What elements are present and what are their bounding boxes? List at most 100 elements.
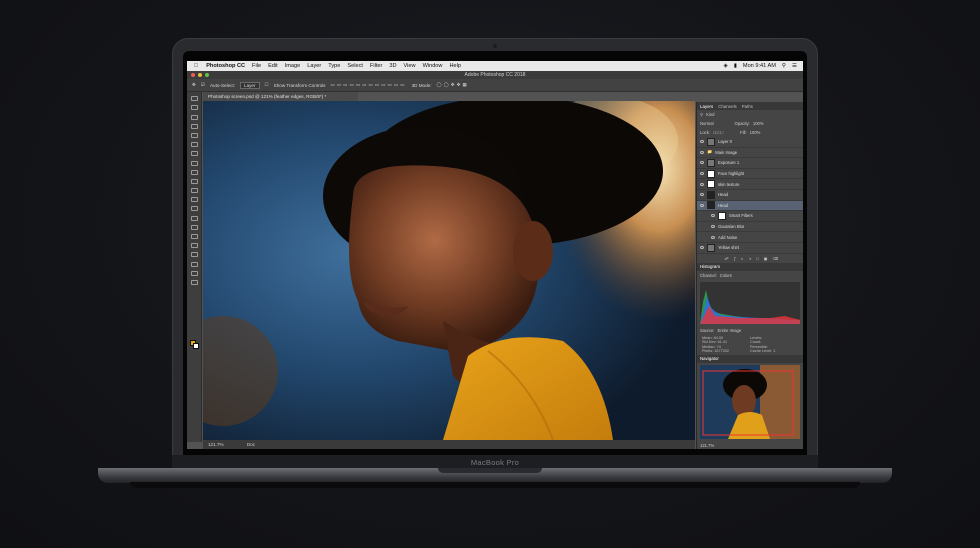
auto-select-dropdown[interactable]: Layer [240,81,260,89]
zoom-button[interactable] [205,73,209,77]
source-dropdown[interactable]: Entire Image [717,328,741,333]
minimize-button[interactable] [198,73,202,77]
layer-row[interactable]: Yellow shirt [697,243,803,254]
gradient-tool-icon[interactable] [190,197,198,203]
lasso-tool-icon[interactable] [190,114,198,120]
menu-app-name[interactable]: Photoshop CC [206,63,245,69]
type-tool-icon[interactable] [190,234,198,239]
search-icon[interactable]: ⚲ [782,63,786,69]
eraser-tool-icon[interactable] [190,188,198,194]
close-button[interactable] [191,73,195,77]
tab-channels[interactable]: Channels [718,104,737,109]
pen-tool-icon[interactable] [190,224,198,230]
quick-select-tool-icon[interactable] [190,123,198,129]
lock-icons[interactable]: □□□□ [713,130,723,135]
trash-icon[interactable]: ⌫ [773,256,779,261]
path-select-tool-icon[interactable] [190,243,198,249]
eye-icon[interactable] [700,193,704,197]
blur-tool-icon[interactable] [190,206,198,212]
transform-checkbox[interactable]: ☐ [265,82,269,88]
layer-mask-thumbnail [707,180,715,189]
fill-input[interactable]: 100% [750,130,761,135]
new-layer-icon[interactable]: ▣ [764,256,768,261]
tab-layers[interactable]: Layers [700,104,713,109]
group-icon[interactable]: □ [756,256,759,261]
eyedropper-tool-icon[interactable] [190,142,198,148]
hand-tool-icon[interactable] [190,261,198,267]
opacity-input[interactable]: 100% [753,121,764,126]
menu-edit[interactable]: Edit [268,63,278,69]
menu-image[interactable]: Image [285,63,301,69]
doc-info[interactable]: Doc [247,442,255,447]
eye-icon[interactable] [711,235,715,239]
healing-tool-icon[interactable] [190,151,198,157]
menu-select[interactable]: Select [347,63,363,69]
layer-row[interactable]: Exposure 1 [697,158,803,169]
layer-row[interactable]: Add Noise [697,232,803,243]
fx-icon[interactable]: ƒ [734,256,736,261]
move-tool-icon[interactable]: ✥ [192,82,196,88]
apple-icon[interactable]:  [194,63,198,69]
auto-select-checkbox[interactable]: ☑ [201,82,205,88]
menu-window[interactable]: Window [423,63,443,69]
layer-thumbnail [707,243,715,252]
menu-layer[interactable]: Layer [307,63,321,69]
eye-icon[interactable] [711,214,715,218]
layer-name: Main Image [715,149,738,155]
menu-help[interactable]: Help [449,63,461,69]
eye-icon[interactable] [711,225,715,229]
menu-file[interactable]: File [252,63,261,69]
blend-mode-dropdown[interactable]: Normal [700,121,714,126]
layer-row[interactable]: Layer 0 [697,137,803,148]
shape-tool-icon[interactable] [190,252,198,258]
navigator-zoom[interactable]: 121.7% [700,443,714,448]
kind-filter-dropdown[interactable]: Kind [706,112,714,117]
document-canvas[interactable] [203,101,695,440]
eye-icon[interactable] [700,150,704,154]
menu-type[interactable]: Type [328,63,340,69]
channel-dropdown[interactable]: Colors [720,273,732,278]
stamp-tool-icon[interactable] [190,169,198,175]
align-icons[interactable]: ▭▭▭▭▭▭▭▭▭▭▭▭ [330,82,406,88]
wifi-icon[interactable]: ◈ [724,63,728,69]
eye-icon[interactable] [700,182,704,186]
history-brush-tool-icon[interactable] [190,178,198,184]
link-icon[interactable]: ☍ [724,256,728,261]
layer-row[interactable]: skin texture [697,179,803,190]
menu-3d[interactable]: 3D [389,63,396,69]
layer-row[interactable]: Smart Filters [697,211,803,222]
eye-icon[interactable] [700,140,704,144]
crop-tool-icon[interactable] [190,132,198,138]
brush-tool-icon[interactable] [190,160,198,166]
menubar-clock[interactable]: Mon 9:41 AM [743,63,776,69]
folder-icon: 📁 [707,149,713,155]
zoom-tool-icon[interactable] [190,270,198,276]
document-tab[interactable]: Photoshop screen.psd @ 121% (feather edg… [203,92,358,101]
eye-icon[interactable] [700,161,704,165]
mask-icon[interactable]: ◐ [741,256,744,261]
layer-row[interactable]: Gaussian Blur [697,222,803,233]
battery-icon[interactable]: ▮ [734,63,737,69]
more-tools-icon[interactable] [190,279,198,285]
navigator-preview[interactable] [700,364,800,439]
layer-row[interactable]: 📁 Main Image [697,148,803,159]
eye-icon[interactable] [700,246,704,250]
move-tool-icon[interactable] [190,96,198,102]
background-color-swatch[interactable] [193,343,199,349]
eye-icon[interactable] [700,172,704,176]
layer-row-selected[interactable]: Head [697,200,803,212]
marquee-tool-icon[interactable] [190,105,198,111]
menu-view[interactable]: View [404,63,416,69]
dodge-tool-icon[interactable] [190,215,198,221]
layer-row[interactable]: Face highlight [697,169,803,180]
zoom-field[interactable]: 121.7% [208,442,224,447]
tab-paths[interactable]: Paths [742,104,753,109]
eye-icon[interactable] [700,203,704,207]
histogram-title[interactable]: Histogram [700,264,720,269]
3d-tools-icons[interactable]: ◯◯✥✥▦ [436,82,468,88]
menu-filter[interactable]: Filter [370,63,382,69]
layer-row[interactable]: Head [697,190,803,201]
adjustment-icon[interactable]: ◑ [749,256,752,261]
navigator-title[interactable]: Navigator [700,356,719,361]
control-center-icon[interactable]: ☰ [792,63,797,69]
